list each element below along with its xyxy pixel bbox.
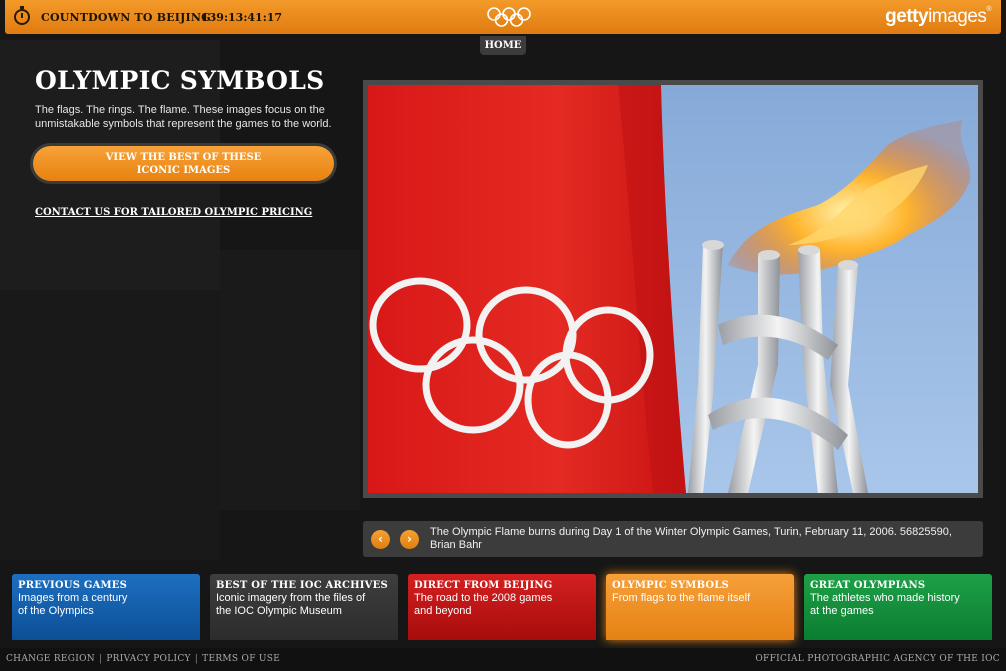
footer-separator: |	[98, 654, 103, 664]
footer-links: CHANGE REGION | PRIVACY POLICY | TERMS OF US…	[6, 654, 280, 664]
chevron-right-icon[interactable]: ›	[400, 530, 419, 549]
page-title: OLYMPIC SYMBOLS	[35, 66, 325, 95]
tile-title: GREAT OLYMPIANS	[810, 580, 926, 591]
olympic-rings-logo[interactable]	[486, 6, 532, 28]
photo-frame	[363, 80, 983, 498]
photo-caption: The Olympic Flame burns during Day 1 of …	[430, 526, 952, 551]
tile-olympic-symbols[interactable]: OLYMPIC SYMBOLS From flags to the flame …	[606, 574, 794, 640]
change-region-link[interactable]: CHANGE REGION	[6, 654, 95, 664]
home-tab[interactable]: HOME	[480, 36, 526, 55]
olympic-symbols-page: COUNTDOWN TO BEIJING 139:13:41:17 gettyi…	[0, 0, 1006, 671]
tile-description-line2: the IOC Olympic Museum	[216, 605, 342, 617]
tile-description-line1: The road to the 2008 games	[414, 592, 553, 604]
countdown-label: COUNTDOWN TO BEIJING	[41, 11, 211, 24]
footer-separator: |	[194, 654, 199, 664]
tile-title: BEST OF THE IOC ARCHIVES	[216, 580, 388, 591]
chevron-left-icon[interactable]: ‹	[371, 530, 390, 549]
view-best-images-button[interactable]: VIEW THE BEST OF THESE ICONIC IMAGES	[33, 146, 334, 181]
cta-button-frame: VIEW THE BEST OF THESE ICONIC IMAGES	[30, 143, 337, 184]
tile-title: OLYMPIC SYMBOLS	[612, 580, 729, 591]
footer: CHANGE REGION | PRIVACY POLICY | TERMS OF US…	[0, 648, 1006, 671]
featured-photo[interactable]	[368, 85, 978, 493]
tile-description-line2: and beyond	[414, 605, 472, 617]
tile-great-olympians[interactable]: GREAT OLYMPIANS The athletes who made hi…	[804, 574, 992, 640]
olympic-flag-and-flame-image	[368, 85, 978, 493]
background-panel	[220, 250, 360, 510]
tile-description-line1: Images from a century	[18, 592, 128, 604]
tile-description-line1: The athletes who made history	[810, 592, 960, 604]
gettyimages-logo[interactable]: gettyimages®	[885, 6, 991, 28]
cta-label-line1: VIEW THE BEST OF THESE	[105, 152, 262, 163]
cta-label-line2: ICONIC IMAGES	[136, 165, 231, 176]
tile-description-line2: of the Olympics	[18, 605, 94, 617]
countdown-timer: 139:13:41:17	[201, 11, 283, 24]
registered-mark: ®	[986, 6, 991, 13]
top-bar: COUNTDOWN TO BEIJING 139:13:41:17 gettyi…	[5, 0, 1001, 34]
tile-description-line1: Iconic imagery from the files of	[216, 592, 366, 604]
tile-description-line2: at the games	[810, 605, 874, 617]
tile-description-line1: From flags to the flame itself	[612, 592, 751, 604]
tile-direct-from-beijing[interactable]: DIRECT FROM BEIJING The road to the 2008…	[408, 574, 596, 640]
stopwatch-icon	[14, 6, 30, 25]
contact-pricing-link[interactable]: CONTACT US FOR TAILORED OLYMPIC PRICING	[35, 207, 312, 218]
privacy-policy-link[interactable]: PRIVACY POLICY	[106, 654, 190, 664]
brand-name-getty: getty	[885, 6, 929, 27]
page-description: The flags. The rings. The flame. These i…	[35, 104, 332, 130]
background-panel	[0, 290, 220, 560]
brand-name-images: images	[928, 6, 987, 27]
caption-bar: ‹ › The Olympic Flame burns during Day 1…	[363, 521, 983, 557]
tile-ioc-archives[interactable]: BEST OF THE IOC ARCHIVES Iconic imagery …	[210, 574, 398, 640]
tile-title: PREVIOUS GAMES	[18, 580, 128, 591]
tile-previous-games[interactable]: PREVIOUS GAMES Images from a century of …	[12, 574, 200, 640]
tile-title: DIRECT FROM BEIJING	[414, 580, 553, 591]
official-agency-label: OFFICIAL PHOTOGRAPHIC AGENCY OF THE IOC	[755, 654, 1000, 664]
terms-of-use-link[interactable]: TERMS OF USE	[202, 654, 280, 664]
